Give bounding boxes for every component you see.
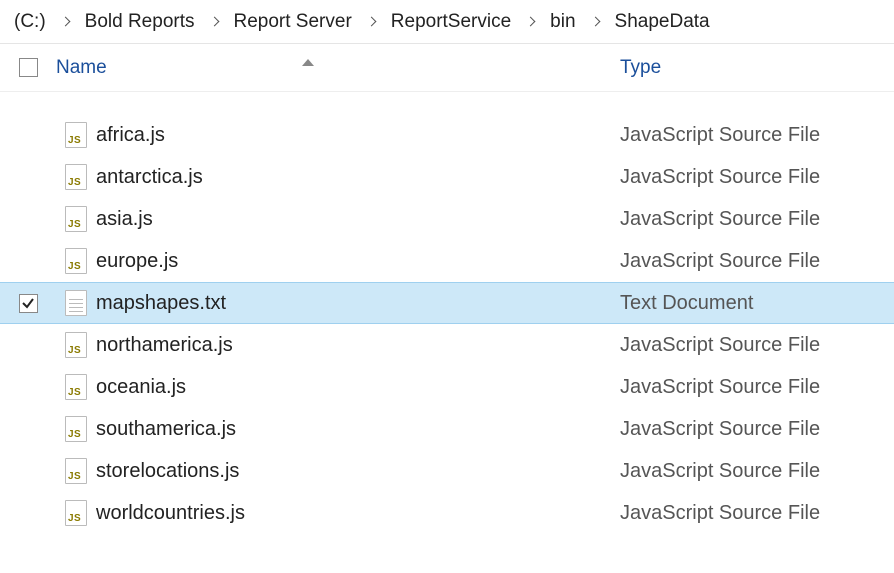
js-file-icon: JS xyxy=(65,332,87,358)
js-file-icon: JS xyxy=(65,500,87,526)
file-name[interactable]: northamerica.js xyxy=(96,334,608,357)
file-icon-cell: JS xyxy=(56,458,96,484)
row-checkbox-cell[interactable] xyxy=(0,294,56,313)
file-type: Text Document xyxy=(608,292,894,315)
file-name[interactable]: asia.js xyxy=(96,208,608,231)
chevron-right-icon[interactable] xyxy=(60,17,70,27)
file-name[interactable]: mapshapes.txt xyxy=(96,292,608,315)
file-name[interactable]: storelocations.js xyxy=(96,460,608,483)
js-file-icon: JS xyxy=(65,458,87,484)
text-file-icon xyxy=(65,290,87,316)
file-name[interactable]: southamerica.js xyxy=(96,418,608,441)
file-row[interactable]: JS africa.jsJavaScript Source File xyxy=(0,114,894,156)
js-file-icon: JS xyxy=(65,206,87,232)
file-type: JavaScript Source File xyxy=(608,166,894,189)
file-row[interactable]: JS antarctica.jsJavaScript Source File xyxy=(0,156,894,198)
breadcrumb-level-2[interactable]: Report Server xyxy=(228,7,358,37)
select-all-cell[interactable] xyxy=(0,58,56,77)
chevron-right-icon[interactable] xyxy=(366,17,376,27)
address-bar[interactable]: (C:) Bold Reports Report Server ReportSe… xyxy=(0,0,894,44)
file-icon-cell: JS xyxy=(56,164,96,190)
file-name[interactable]: worldcountries.js xyxy=(96,502,608,525)
file-icon-cell: JS xyxy=(56,248,96,274)
file-icon-cell: JS xyxy=(56,416,96,442)
breadcrumb-drive[interactable]: (C:) xyxy=(8,7,52,37)
file-icon-cell xyxy=(56,290,96,316)
file-icon-cell: JS xyxy=(56,374,96,400)
chevron-right-icon[interactable] xyxy=(590,17,600,27)
file-row[interactable]: JS europe.jsJavaScript Source File xyxy=(0,240,894,282)
breadcrumb-level-3[interactable]: ReportService xyxy=(385,7,517,37)
row-checkbox[interactable] xyxy=(19,294,38,313)
file-list: JS africa.jsJavaScript Source File JS an… xyxy=(0,92,894,534)
js-file-icon: JS xyxy=(65,122,87,148)
js-file-icon: JS xyxy=(65,164,87,190)
type-column-label: Type xyxy=(620,57,661,78)
file-name[interactable]: antarctica.js xyxy=(96,166,608,189)
file-row[interactable]: JS storelocations.jsJavaScript Source Fi… xyxy=(0,450,894,492)
file-row[interactable]: JS worldcountries.jsJavaScript Source Fi… xyxy=(0,492,894,534)
type-column-header[interactable]: Type xyxy=(608,57,894,79)
file-name[interactable]: oceania.js xyxy=(96,376,608,399)
column-headers: Name Type xyxy=(0,44,894,92)
js-file-icon: JS xyxy=(65,416,87,442)
file-type: JavaScript Source File xyxy=(608,460,894,483)
file-type: JavaScript Source File xyxy=(608,124,894,147)
breadcrumb-current[interactable]: ShapeData xyxy=(609,7,716,37)
js-file-icon: JS xyxy=(65,248,87,274)
file-row[interactable]: JS southamerica.jsJavaScript Source File xyxy=(0,408,894,450)
js-file-icon: JS xyxy=(65,374,87,400)
file-type: JavaScript Source File xyxy=(608,334,894,357)
name-column-label: Name xyxy=(56,57,107,78)
file-type: JavaScript Source File xyxy=(608,376,894,399)
file-row[interactable]: JS asia.jsJavaScript Source File xyxy=(0,198,894,240)
file-name[interactable]: europe.js xyxy=(96,250,608,273)
file-icon-cell: JS xyxy=(56,500,96,526)
file-icon-cell: JS xyxy=(56,122,96,148)
chevron-right-icon[interactable] xyxy=(526,17,536,27)
file-type: JavaScript Source File xyxy=(608,502,894,525)
file-type: JavaScript Source File xyxy=(608,250,894,273)
file-icon-cell: JS xyxy=(56,206,96,232)
file-name[interactable]: africa.js xyxy=(96,124,608,147)
file-row[interactable]: JS northamerica.jsJavaScript Source File xyxy=(0,324,894,366)
chevron-right-icon[interactable] xyxy=(209,17,219,27)
sort-ascending-icon xyxy=(302,59,314,66)
name-column-header[interactable]: Name xyxy=(56,57,608,79)
file-type: JavaScript Source File xyxy=(608,208,894,231)
file-icon-cell: JS xyxy=(56,332,96,358)
select-all-checkbox[interactable] xyxy=(19,58,38,77)
file-row[interactable]: mapshapes.txtText Document xyxy=(0,282,894,324)
file-row[interactable]: JS oceania.jsJavaScript Source File xyxy=(0,366,894,408)
breadcrumb-level-1[interactable]: Bold Reports xyxy=(79,7,201,37)
breadcrumb-level-4[interactable]: bin xyxy=(544,7,581,37)
file-type: JavaScript Source File xyxy=(608,418,894,441)
